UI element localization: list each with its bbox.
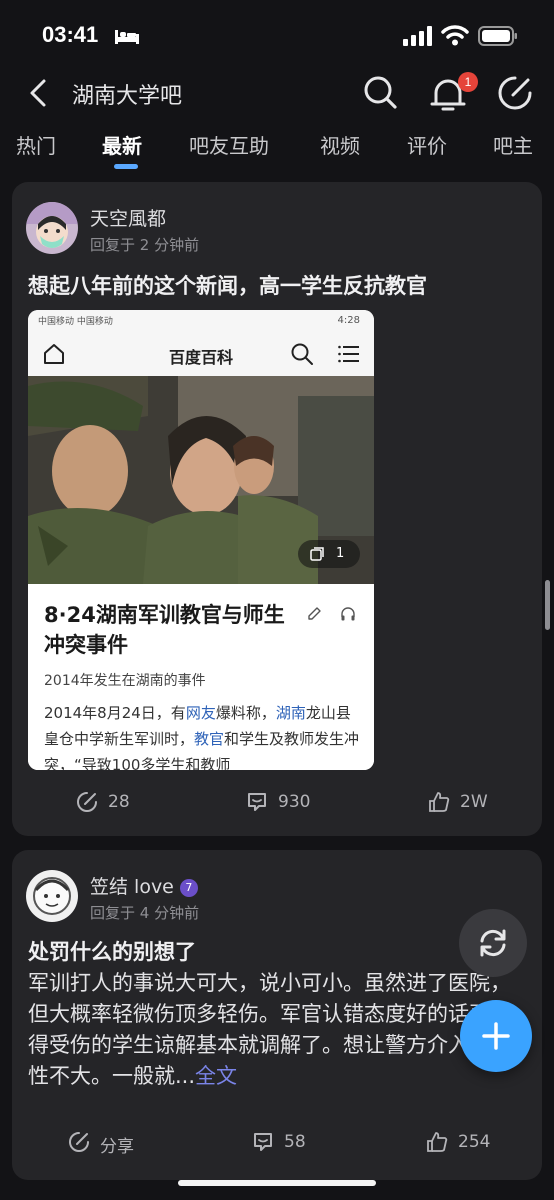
share-icon bbox=[69, 1132, 89, 1152]
article-subtitle: 2014年发生在湖南的事件 bbox=[44, 673, 206, 689]
comment-count: 58 bbox=[284, 1132, 306, 1152]
embed-site-title: 百度百科 bbox=[168, 348, 233, 367]
article-headline: 8·24湖南军训教官与师生冲突事件 bbox=[44, 603, 285, 657]
post-card[interactable]: 天空風都 回复于 2 分钟前 想起八年前的这个新闻，高一学生反抗教官 中国移动 … bbox=[12, 182, 542, 836]
post-card[interactable]: 笠结 love 7 回复于 4 分钟前 处罚什么的别想了 军训打人的事说大可大，说… bbox=[12, 850, 542, 1180]
photo-count-badge: 1 bbox=[298, 540, 360, 568]
post-body[interactable]: 军训打人的事说大可大，说小可小。虽然进了医院，但大概率轻微伤顶多轻伤。军官认错态… bbox=[28, 968, 520, 1092]
username-text: 笠结 love bbox=[90, 876, 174, 898]
tab-latest[interactable]: 最新 bbox=[102, 130, 142, 159]
embedded-screenshot[interactable]: 中国移动 中国移动 4:28 百度百科 1 8·24湖南军训教官与师生冲突事件 … bbox=[28, 310, 374, 770]
tab-bar: 热门 最新 吧友互助 视频 评价 吧主 bbox=[0, 130, 554, 172]
refresh-icon bbox=[480, 929, 506, 957]
search-icon bbox=[291, 343, 313, 365]
tab-video[interactable]: 视频 bbox=[320, 130, 360, 159]
active-tab-indicator bbox=[114, 164, 138, 169]
desc-link: 湖南 bbox=[275, 704, 306, 722]
desc-link: 网友 bbox=[185, 704, 216, 722]
embed-header: 百度百科 bbox=[28, 332, 374, 376]
status-bar: 03:41 bbox=[0, 0, 554, 66]
username[interactable]: 笠结 love 7 bbox=[90, 872, 198, 899]
share-icon bbox=[77, 792, 97, 812]
avatar[interactable] bbox=[26, 870, 78, 922]
post-body-text: 军训打人的事说大可大，说小可小。虽然进了医院，但大概率轻微伤顶多轻伤。军官认错态… bbox=[28, 971, 511, 1088]
reply-time: 回复于 2 分钟前 bbox=[90, 236, 200, 254]
embed-time: 4:28 bbox=[337, 315, 360, 326]
forum-title: 湖南大学吧 bbox=[72, 84, 183, 109]
cellular-signal-icon bbox=[403, 26, 432, 46]
embed-carrier: 中国移动 中国移动 bbox=[38, 317, 113, 327]
compose-icon[interactable] bbox=[496, 74, 534, 112]
comment-icon bbox=[254, 1133, 272, 1151]
tab-moderator[interactable]: 吧主 bbox=[493, 130, 533, 159]
tab-reviews[interactable]: 评价 bbox=[407, 130, 447, 159]
home-indicator[interactable] bbox=[178, 1180, 376, 1186]
search-icon[interactable] bbox=[362, 74, 398, 110]
thumbs-up-icon bbox=[429, 792, 450, 812]
battery-icon bbox=[478, 26, 517, 46]
avatar[interactable] bbox=[26, 202, 78, 254]
desc-link: 教官 bbox=[194, 730, 225, 748]
new-post-button[interactable] bbox=[460, 1000, 532, 1072]
back-arrow-icon[interactable] bbox=[28, 78, 50, 108]
post-title[interactable]: 处罚什么的别想了 bbox=[28, 936, 196, 966]
reply-time: 回复于 4 分钟前 bbox=[90, 904, 200, 922]
photo-count: 1 bbox=[336, 546, 345, 561]
nav-bar: 湖南大学吧 1 bbox=[0, 66, 554, 122]
comment-icon bbox=[248, 793, 266, 811]
scrollbar[interactable] bbox=[545, 580, 550, 630]
notifications-button[interactable]: 1 bbox=[428, 72, 478, 114]
share-label: 分享 bbox=[100, 1137, 134, 1157]
wifi-icon bbox=[441, 25, 469, 46]
username[interactable]: 天空風都 bbox=[90, 204, 166, 231]
refresh-button[interactable] bbox=[459, 909, 527, 977]
gallery-icon bbox=[310, 547, 324, 561]
menu-icon bbox=[338, 345, 359, 363]
post-title[interactable]: 想起八年前的这个新闻，高一学生反抗教官 bbox=[28, 270, 427, 300]
desc-text: 2014年8月24日，有 bbox=[44, 704, 186, 722]
post-actions: 28 930 2W bbox=[12, 782, 542, 822]
status-time: 03:41 bbox=[42, 22, 99, 47]
sleep-focus-icon bbox=[115, 30, 139, 44]
embed-status-bar: 中国移动 中国移动 4:28 bbox=[28, 310, 374, 332]
edit-icon bbox=[308, 607, 321, 620]
tab-hot[interactable]: 热门 bbox=[16, 130, 56, 159]
level-badge-icon: 7 bbox=[179, 878, 198, 897]
embed-article: 8·24湖南军训教官与师生冲突事件 2014年发生在湖南的事件 2014年8月2… bbox=[28, 584, 374, 770]
notification-badge: 1 bbox=[458, 72, 478, 92]
comment-count: 930 bbox=[278, 792, 311, 812]
desc-text: 爆料称， bbox=[215, 704, 276, 722]
tab-mutual-help[interactable]: 吧友互助 bbox=[189, 130, 269, 159]
post-actions: 分享 58 254 bbox=[12, 1122, 542, 1162]
share-count: 28 bbox=[108, 792, 130, 812]
plus-icon bbox=[482, 1022, 510, 1050]
article-description: 2014年8月24日，有网友爆料称，湖南龙山县皇仓中学新生军训时，教官和学生及教… bbox=[44, 700, 362, 770]
headphones-icon bbox=[341, 607, 355, 621]
thumbs-up-icon bbox=[427, 1132, 448, 1152]
full-text-link[interactable]: 全文 bbox=[195, 1064, 237, 1088]
like-count: 254 bbox=[458, 1132, 491, 1152]
like-count: 2W bbox=[460, 792, 488, 812]
